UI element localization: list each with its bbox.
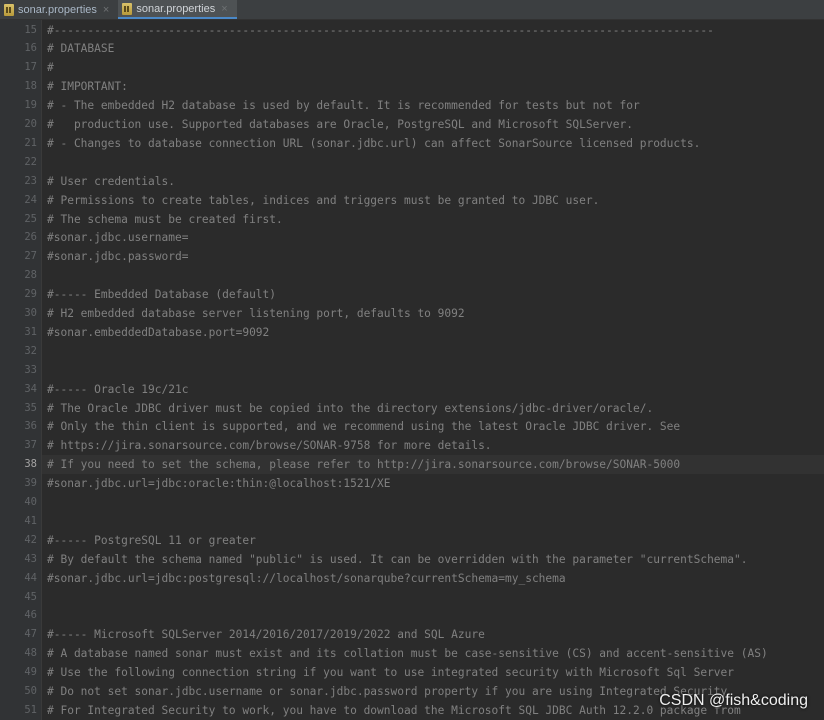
tab-sonar-properties-1[interactable]: sonar.properties ×: [0, 0, 118, 19]
line-number: 27: [24, 250, 37, 263]
line-number-gutter[interactable]: 15 16 17 18 19 20 21 22 23 24 25 26 27 28 29 30 31 32 33 34…: [0, 20, 42, 720]
line-number: 22: [24, 155, 37, 168]
code-line[interactable]: # The schema must be created first.: [42, 210, 283, 229]
line-number: 37: [24, 439, 37, 452]
code-line[interactable]: # DATABASE: [42, 39, 114, 58]
line-number: 39: [24, 477, 37, 490]
line-number: 18: [24, 80, 37, 93]
code-line[interactable]: #----- PostgreSQL 11 or greater: [42, 531, 256, 550]
code-line[interactable]: # production use. Supported databases ar…: [42, 115, 633, 134]
code-line[interactable]: # For Integrated Security to work, you h…: [42, 701, 741, 720]
line-number: 34: [24, 382, 37, 395]
line-number: 25: [24, 212, 37, 225]
line-number: 21: [24, 136, 37, 149]
code-line[interactable]: # IMPORTANT:: [42, 77, 128, 96]
code-editor[interactable]: #---------------------------------------…: [42, 20, 824, 720]
code-line[interactable]: [42, 588, 47, 607]
code-line[interactable]: # A database named sonar must exist and …: [42, 644, 768, 663]
line-number: 45: [24, 590, 37, 603]
code-line[interactable]: # Use the following connection string if…: [42, 663, 734, 682]
line-number: 40: [24, 496, 37, 508]
code-line[interactable]: #sonar.jdbc.password=: [42, 247, 188, 266]
line-number: 41: [24, 514, 37, 527]
code-line[interactable]: [42, 606, 47, 625]
code-line[interactable]: # Only the thin client is supported, and…: [42, 417, 680, 436]
line-number: 23: [24, 174, 37, 187]
line-number: 49: [24, 666, 37, 679]
line-number: 43: [24, 552, 37, 565]
line-number: 31: [24, 325, 37, 338]
code-line[interactable]: # The Oracle JDBC driver must be copied …: [42, 399, 653, 418]
line-number: 24: [24, 193, 37, 206]
code-line[interactable]: # Do not set sonar.jdbc.username or sona…: [42, 682, 727, 701]
line-number: 17: [24, 61, 37, 74]
code-line[interactable]: [42, 512, 47, 531]
line-number: 47: [24, 628, 37, 641]
line-number: 33: [24, 363, 37, 376]
line-number: 29: [24, 288, 37, 301]
code-line[interactable]: # Permissions to create tables, indices …: [42, 191, 599, 210]
line-number: 28: [24, 269, 37, 282]
code-line[interactable]: # User credentials.: [42, 172, 175, 191]
code-line[interactable]: [42, 342, 47, 361]
code-line[interactable]: #sonar.jdbc.url=jdbc:oracle:thin:@localh…: [42, 474, 391, 493]
code-line[interactable]: [42, 361, 47, 380]
line-number: 36: [24, 420, 37, 433]
line-number: 51: [24, 703, 37, 716]
line-number: 26: [24, 231, 37, 244]
properties-file-icon: [122, 2, 133, 15]
code-line[interactable]: # By default the schema named "public" i…: [42, 550, 748, 569]
line-number: 16: [24, 42, 37, 55]
code-line[interactable]: #sonar.jdbc.url=jdbc:postgresql://localh…: [42, 569, 566, 588]
editor-tab-bar: sonar.properties × sonar.properties ×: [0, 0, 824, 20]
code-line[interactable]: #sonar.jdbc.username=: [42, 228, 188, 247]
line-number: 35: [24, 401, 37, 414]
code-line[interactable]: #sonar.embeddedDatabase.port=9092: [42, 323, 269, 342]
tab-label: sonar.properties: [136, 2, 216, 15]
line-number: 42: [24, 533, 37, 546]
code-line[interactable]: #----- Embedded Database (default): [42, 285, 276, 304]
properties-file-icon: [4, 3, 14, 16]
line-number: 30: [24, 307, 37, 319]
code-line[interactable]: #----- Oracle 19c/21c: [42, 380, 188, 399]
close-icon[interactable]: ×: [103, 4, 109, 16]
code-line[interactable]: # H2 embedded database server listening …: [42, 304, 465, 323]
code-line[interactable]: # - Changes to database connection URL (…: [42, 134, 700, 153]
line-number: 15: [24, 23, 37, 36]
code-line-current[interactable]: # If you need to set the schema, please …: [42, 455, 824, 475]
code-line[interactable]: # - The embedded H2 database is used by …: [42, 96, 640, 115]
line-number: 20: [24, 118, 37, 130]
line-number: 50: [24, 685, 37, 697]
code-line[interactable]: #: [42, 58, 54, 77]
line-number: 38: [24, 458, 37, 471]
line-number: 46: [24, 609, 37, 622]
close-icon[interactable]: ×: [221, 3, 227, 15]
code-line[interactable]: [42, 266, 47, 285]
watermark: CSDN @fish&coding: [659, 692, 808, 709]
line-number: 19: [24, 99, 37, 112]
line-number: 48: [24, 647, 37, 660]
code-line[interactable]: #---------------------------------------…: [42, 21, 714, 40]
line-number: 44: [24, 571, 37, 584]
code-line[interactable]: #----- Microsoft SQLServer 2014/2016/201…: [42, 625, 485, 644]
code-line[interactable]: [42, 153, 47, 172]
tab-label: sonar.properties: [18, 3, 97, 16]
code-line[interactable]: # https://jira.sonarsource.com/browse/SO…: [42, 436, 492, 455]
tab-sonar-properties-2[interactable]: sonar.properties ×: [118, 0, 237, 19]
code-line[interactable]: [42, 493, 47, 512]
line-number: 32: [24, 344, 37, 357]
